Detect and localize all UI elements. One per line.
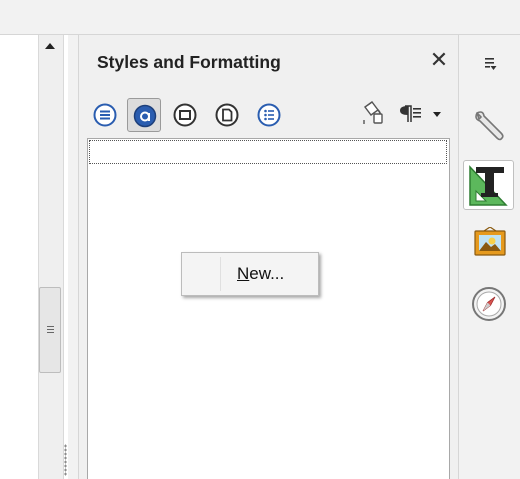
top-toolbar-area <box>0 0 520 35</box>
styles-list[interactable] <box>87 138 450 479</box>
panel-title: Styles and Formatting <box>97 52 281 72</box>
page-styles-button[interactable] <box>210 98 244 132</box>
navigator-compass-icon <box>472 287 506 321</box>
grip-line <box>47 326 54 327</box>
resize-handle-dots[interactable] <box>64 444 67 476</box>
close-panel-button[interactable]: ✕ <box>428 48 450 72</box>
grip-line <box>47 332 54 333</box>
focused-list-row[interactable] <box>89 140 447 164</box>
gallery-icon <box>474 226 506 256</box>
paragraph-mark-icon <box>400 105 441 122</box>
mnemonic-letter: N <box>237 264 250 283</box>
character-styles-button[interactable] <box>127 98 161 132</box>
paragraph-styles-button[interactable] <box>88 98 122 132</box>
menu-label-rest: ew... <box>249 264 285 283</box>
grip-line <box>47 329 54 330</box>
fill-format-mode-button[interactable] <box>359 98 389 128</box>
context-menu: New... <box>181 252 319 296</box>
sidebar-gallery-button[interactable] <box>472 226 508 259</box>
menu-item-new[interactable]: New... <box>183 254 317 294</box>
vertical-scrollbar[interactable] <box>38 35 64 479</box>
paragraph-styles-icon <box>93 103 117 127</box>
document-area[interactable] <box>0 35 37 479</box>
frame-styles-icon <box>173 103 197 127</box>
list-styles-button[interactable] <box>252 98 286 132</box>
sidebar-menu-button[interactable] <box>479 53 501 75</box>
page-styles-icon <box>215 103 239 127</box>
menu-item-new-label: New... <box>237 264 284 284</box>
frame-styles-button[interactable] <box>168 98 202 132</box>
fill-format-mode-icon <box>363 101 383 124</box>
sidebar-tabbar <box>459 35 520 479</box>
styles-and-formatting-icon <box>469 165 508 206</box>
menu-icon <box>485 58 497 70</box>
sidebar-styles-button[interactable] <box>463 160 514 210</box>
scroll-up-arrow-icon[interactable] <box>45 43 55 49</box>
scrollbar-thumb[interactable] <box>39 287 61 373</box>
style-actions-button[interactable] <box>397 102 441 126</box>
sidebar-navigator-button[interactable] <box>470 285 508 323</box>
sidebar-properties-button[interactable] <box>469 105 509 147</box>
character-styles-icon <box>133 104 157 128</box>
list-styles-icon <box>257 103 281 127</box>
properties-wrench-icon <box>475 111 504 141</box>
panel-left-strip <box>68 35 78 479</box>
